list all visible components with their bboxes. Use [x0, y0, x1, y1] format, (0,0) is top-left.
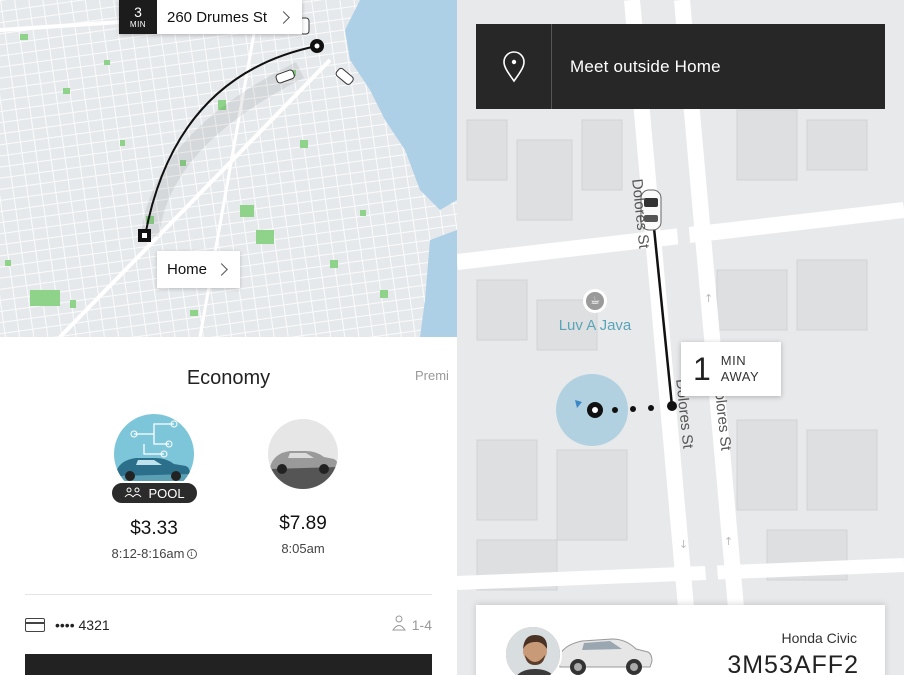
- driver-avatar[interactable]: [504, 625, 562, 675]
- eta-away-text: AWAY: [720, 369, 760, 384]
- ride-option-pool[interactable]: POOL $3.33 8:12-8:16am i: [99, 414, 209, 561]
- info-icon[interactable]: i: [186, 548, 197, 559]
- pool-badge: POOL: [110, 481, 199, 505]
- payment-row: •••• 4321 1-4: [25, 615, 432, 634]
- pickup-address-label: 260 Drumes St: [167, 8, 268, 26]
- svg-text:↑: ↑: [724, 535, 733, 548]
- pool-time: 8:12-8:16am i: [99, 546, 209, 561]
- license-plate: 3M53AFF2: [727, 651, 859, 675]
- capacity-label: 1-4: [411, 616, 432, 633]
- coffee-icon: ☕: [583, 289, 607, 313]
- location-pin-icon: [476, 24, 552, 109]
- pool-label: POOL: [148, 485, 185, 501]
- uberx-illustration: [268, 419, 338, 489]
- uberx-price: $7.89: [279, 513, 327, 534]
- card-number: •••• 4321: [55, 616, 110, 633]
- driver-en-route-screen: ↑ ↑ ↓ Dolores St Dolores St Dolores St Mee…: [457, 0, 904, 675]
- pickup-address: 260 Drumes St: [157, 0, 302, 34]
- svg-text:↑: ↑: [704, 292, 713, 305]
- destination-chip-home[interactable]: Home: [157, 251, 240, 288]
- poi-name: Luv A Java: [558, 317, 632, 334]
- seat-capacity[interactable]: 1-4: [391, 615, 432, 634]
- pool-price: $3.33: [130, 518, 178, 539]
- divider: [25, 594, 432, 595]
- pickup-instruction-text: Meet outside Home: [570, 56, 721, 76]
- pool-time-label: 8:12-8:16am: [111, 546, 185, 561]
- uberx-time-label: 8:05am: [281, 541, 325, 556]
- ride-request-screen: 3 MIN 260 Drumes St Home Economy Premi P…: [0, 0, 457, 675]
- driver-eta-minutes: 1: [693, 350, 711, 387]
- driver-info-card[interactable]: Honda Civic 3M53AFF2: [476, 605, 885, 675]
- uberx-time: 8:05am: [248, 541, 358, 556]
- destination-label: Home: [167, 261, 208, 278]
- eta-min-text: MIN: [720, 353, 747, 368]
- credit-card-icon: [25, 617, 45, 632]
- vehicle-model: Honda Civic: [781, 630, 857, 646]
- person-icon: [391, 615, 406, 634]
- pickup-instruction-banner[interactable]: Meet outside Home: [476, 24, 885, 109]
- pickup-eta-chip[interactable]: 3 MIN 260 Drumes St: [119, 0, 303, 34]
- driver-eta-chip: 1 MIN AWAY: [681, 342, 781, 396]
- poi-coffee-shop[interactable]: ☕ Luv A Java: [535, 289, 655, 334]
- request-button[interactable]: [25, 654, 432, 675]
- svg-text:↓: ↓: [679, 538, 688, 551]
- payment-method[interactable]: •••• 4321: [25, 617, 110, 633]
- vehicle-image: [554, 619, 654, 675]
- chevron-right-icon: [215, 263, 228, 276]
- people-icon: [124, 486, 142, 501]
- eta-minutes: 3: [134, 4, 142, 20]
- ride-options-sheet: Economy Premi POOL $3.33 8:12-8:16am i $…: [0, 337, 457, 675]
- eta-box: 3 MIN: [119, 0, 157, 34]
- eta-unit: MIN: [129, 20, 147, 29]
- tier-title: Economy: [186, 367, 271, 389]
- driver-eta-label: MIN AWAY: [721, 353, 759, 385]
- next-tier-tab[interactable]: Premi: [415, 368, 449, 383]
- route-map[interactable]: 3 MIN 260 Drumes St Home: [0, 0, 457, 337]
- ride-option-uberx[interactable]: $7.89 8:05am: [248, 419, 358, 556]
- chevron-right-icon: [277, 10, 290, 24]
